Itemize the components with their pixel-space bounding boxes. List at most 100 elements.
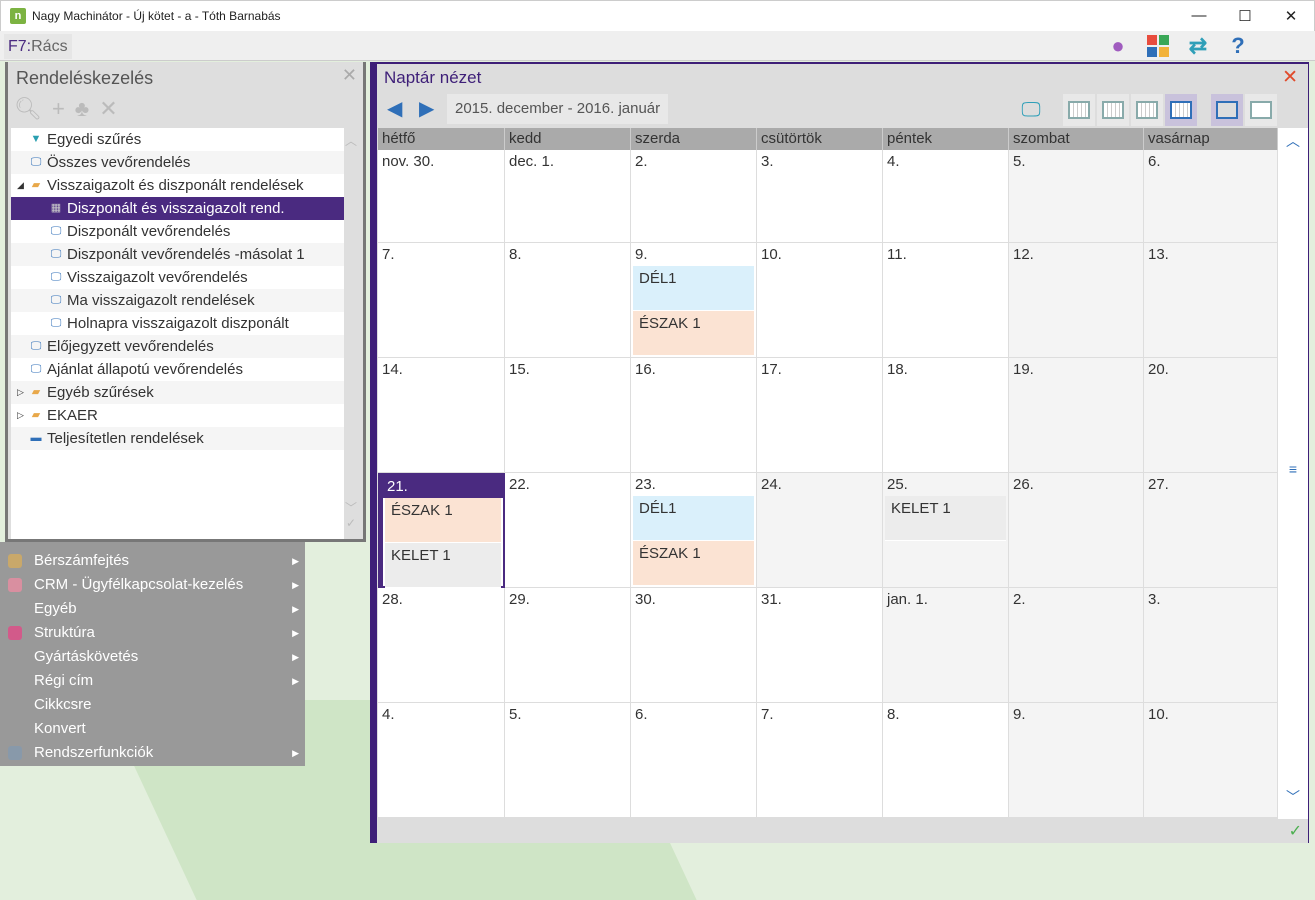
day-cell[interactable]: 12. xyxy=(1009,243,1144,358)
day-cell[interactable]: 2. xyxy=(631,150,757,243)
close-button[interactable]: ✕ xyxy=(1268,7,1314,25)
calendar-event[interactable]: DÉL1 xyxy=(633,496,754,541)
day-cell[interactable]: 23. DÉL1 ÉSZAK 1 xyxy=(631,473,757,588)
day-cell[interactable]: 18. xyxy=(883,358,1009,473)
tree-item[interactable]: ▦ Diszponált és visszaigazolt rend. xyxy=(11,197,344,220)
day-cell[interactable]: 9. xyxy=(1009,703,1144,818)
swap-icon[interactable]: ⇄ xyxy=(1181,32,1215,60)
tree-item[interactable]: ▬ Teljesítetlen rendelések xyxy=(11,427,344,450)
menu-item[interactable]: Gyártáskövetés ▶ xyxy=(0,645,305,669)
calendar-event[interactable]: KELET 1 xyxy=(385,543,501,588)
tree-item[interactable]: 🖵︎ Összes vevőrendelés xyxy=(11,151,344,174)
panel-close-icon[interactable]: ✕ xyxy=(342,65,357,86)
day-cell[interactable]: 29. xyxy=(505,588,631,703)
tree-icon[interactable]: ♣ xyxy=(75,96,89,122)
tree-item[interactable]: ▼ Egyedi szűrés xyxy=(11,128,344,151)
calendar-event[interactable]: ÉSZAK 1 xyxy=(633,541,754,586)
day-cell[interactable]: 6. xyxy=(1144,150,1278,243)
day-cell[interactable]: 30. xyxy=(631,588,757,703)
help-icon[interactable]: ? xyxy=(1221,32,1255,60)
day-cell[interactable]: jan. 1. xyxy=(883,588,1009,703)
tree-item[interactable]: 🖵︎ Diszponált vevőrendelés -másolat 1 xyxy=(11,243,344,266)
confirm-check-icon[interactable]: ✓ xyxy=(1289,821,1302,841)
workweek-view-icon[interactable] xyxy=(1097,94,1129,126)
tree-item[interactable]: ◢ ▰ Visszaigazolt és diszponált rendelések xyxy=(11,174,344,197)
prev-arrow-icon[interactable]: ◀ xyxy=(387,96,402,121)
calendar-layout-icon[interactable] xyxy=(1211,94,1243,126)
day-cell[interactable]: 14. xyxy=(378,358,505,473)
close-icon[interactable]: ✕ xyxy=(1282,66,1298,89)
month-view-icon[interactable] xyxy=(1165,94,1197,126)
add-icon[interactable]: + xyxy=(52,96,65,122)
expand-toggle-icon[interactable]: ▷ xyxy=(17,381,29,404)
next-arrow-icon[interactable]: ▶ xyxy=(419,96,434,121)
day-cell[interactable]: 2. xyxy=(1009,588,1144,703)
menu-item[interactable]: Régi cím ▶ xyxy=(0,669,305,693)
menu-item[interactable]: Egyéb ▶ xyxy=(0,597,305,621)
day-cell[interactable]: 22. xyxy=(505,473,631,588)
day-cell[interactable]: dec. 1. xyxy=(505,150,631,243)
day-cell[interactable]: 9. DÉL1 ÉSZAK 1 xyxy=(631,243,757,358)
week-view-icon[interactable] xyxy=(1131,94,1163,126)
expand-toggle-icon[interactable]: ▷ xyxy=(17,404,29,427)
menu-item[interactable]: Cikkcsre xyxy=(0,693,305,717)
day-view-icon[interactable] xyxy=(1063,94,1095,126)
day-cell[interactable]: 24. xyxy=(757,473,883,588)
tree-scrollbar[interactable]: ︿ ﹀ ✓ xyxy=(342,128,360,539)
calendar-event[interactable]: DÉL1 xyxy=(633,266,754,311)
grid-shortcut-button[interactable]: F7:Rács xyxy=(4,34,72,59)
day-cell[interactable]: 13. xyxy=(1144,243,1278,358)
day-cell[interactable]: 6. xyxy=(631,703,757,818)
search-icon[interactable]: 🔍︎ xyxy=(14,96,42,122)
day-cell[interactable]: 8. xyxy=(883,703,1009,818)
day-cell[interactable]: 27. xyxy=(1144,473,1278,588)
unpin-icon[interactable]: ✕ xyxy=(99,96,117,122)
day-cell[interactable]: 5. xyxy=(1009,150,1144,243)
maximize-button[interactable]: ☐ xyxy=(1222,7,1268,25)
day-cell[interactable]: 10. xyxy=(1144,703,1278,818)
calendar-event[interactable]: ÉSZAK 1 xyxy=(633,311,754,356)
day-cell[interactable]: 15. xyxy=(505,358,631,473)
day-cell[interactable]: 4. xyxy=(378,703,505,818)
calendar-event[interactable]: KELET 1 xyxy=(885,496,1006,541)
tree-item[interactable]: ▷ ▰ EKAER xyxy=(11,404,344,427)
tree-item[interactable]: 🖵︎ Előjegyzett vevőrendelés xyxy=(11,335,344,358)
tree-item[interactable]: ▷ ▰ Egyéb szűrések xyxy=(11,381,344,404)
calendar-event[interactable]: ÉSZAK 1 xyxy=(385,498,501,543)
tree-item[interactable]: 🖵︎ Ma visszaigazolt rendelések xyxy=(11,289,344,312)
day-cell[interactable]: 31. xyxy=(757,588,883,703)
day-cell[interactable]: 5. xyxy=(505,703,631,818)
monitor-view-icon[interactable]: 🖵︎ xyxy=(1015,94,1047,126)
day-cell[interactable]: 26. xyxy=(1009,473,1144,588)
minimize-button[interactable]: — xyxy=(1176,7,1222,25)
menu-item[interactable]: Konvert xyxy=(0,717,305,741)
day-cell[interactable]: 10. xyxy=(757,243,883,358)
day-cell[interactable]: 17. xyxy=(757,358,883,473)
day-cell[interactable]: 7. xyxy=(378,243,505,358)
tree-item[interactable]: 🖵︎ Visszaigazolt vevőrendelés xyxy=(11,266,344,289)
expand-toggle-icon[interactable]: ◢ xyxy=(17,174,29,197)
user-icon[interactable]: ● xyxy=(1101,32,1135,60)
day-cell[interactable]: 4. xyxy=(883,150,1009,243)
day-cell[interactable]: 21. ÉSZAK 1 KELET 1 xyxy=(378,473,505,588)
menu-item[interactable]: Struktúra ▶ xyxy=(0,621,305,645)
day-cell[interactable]: 8. xyxy=(505,243,631,358)
tree-item[interactable]: 🖵︎ Diszponált vevőrendelés xyxy=(11,220,344,243)
menu-item[interactable]: CRM - Ügyfélkapcsolat-kezelés ▶ xyxy=(0,573,305,597)
menu-item[interactable]: Bérszámfejtés ▶ xyxy=(0,549,305,573)
menu-item[interactable]: Rendszerfunkciók ▶ xyxy=(0,741,305,765)
tree-item[interactable]: 🖵︎ Holnapra visszaigazolt diszponált xyxy=(11,312,344,335)
day-cell[interactable]: 28. xyxy=(378,588,505,703)
tree-item[interactable]: 🖵︎ Ajánlat állapotú vevőrendelés xyxy=(11,358,344,381)
day-cell[interactable]: 20. xyxy=(1144,358,1278,473)
day-cell[interactable]: 16. xyxy=(631,358,757,473)
day-cell[interactable]: 19. xyxy=(1009,358,1144,473)
day-cell[interactable]: 3. xyxy=(757,150,883,243)
apps-icon[interactable] xyxy=(1141,32,1175,60)
day-cell[interactable]: 3. xyxy=(1144,588,1278,703)
day-cell[interactable]: 7. xyxy=(757,703,883,818)
day-cell[interactable]: 11. xyxy=(883,243,1009,358)
day-cell[interactable]: nov. 30. xyxy=(378,150,505,243)
day-cell[interactable]: 25. KELET 1 xyxy=(883,473,1009,588)
timeline-layout-icon[interactable] xyxy=(1245,94,1277,126)
